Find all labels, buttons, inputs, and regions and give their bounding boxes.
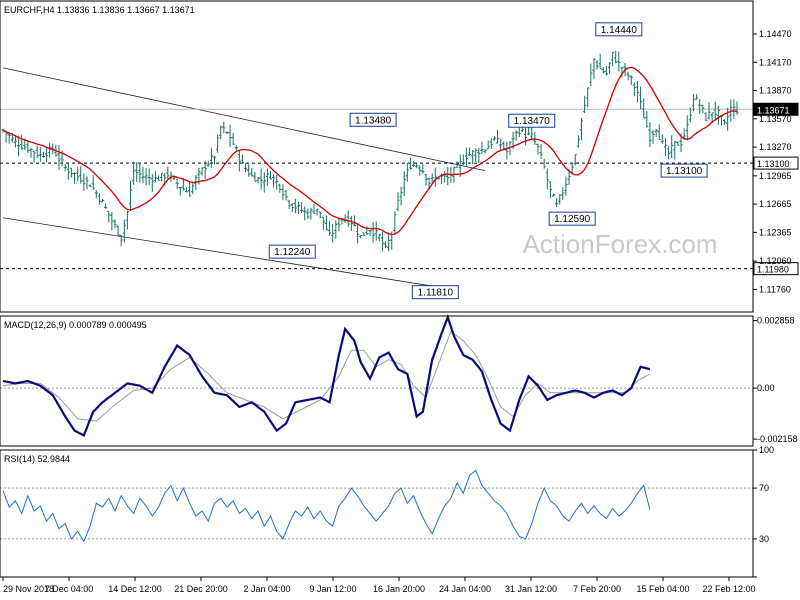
price-annotation-label: 1.12590 (554, 214, 591, 225)
x-tick-label: 16 Jan 20:00 (373, 584, 425, 594)
level-tag-label: 1.11980 (757, 265, 789, 275)
price-annotation: 1.12590 (548, 211, 596, 226)
price-y-tick-label: 1.13870 (759, 86, 792, 96)
watermark: ActionForex.com (522, 229, 717, 259)
price-annotation-label: 1.13470 (514, 116, 551, 127)
price-annotation: 1.14440 (595, 22, 643, 37)
macd-y-tick-label: 0.00 (757, 383, 775, 393)
x-tick-label: 15 Feb 04:00 (636, 584, 689, 594)
price-header: EURCHF,H4 1.13836 1.13836 1.13667 1.1367… (4, 5, 195, 15)
price-annotation-label: 1.13480 (355, 115, 392, 126)
rsi-y-tick-label: 70 (759, 483, 769, 493)
macd-y-tick-label: -0.002158 (757, 434, 798, 444)
macd-header: MACD(12,26,9) 0.000789 0.000495 (4, 320, 147, 330)
price-annotation: 1.13100 (660, 163, 708, 178)
price-y-tick-label: 1.12965 (759, 171, 792, 181)
price-y-tick-label: 1.12060 (759, 256, 792, 266)
price-y-tick-label: 1.11760 (759, 284, 791, 294)
price-y-tick-label: 1.14170 (759, 57, 792, 67)
level-tag-label: 1.13100 (757, 159, 790, 169)
price-y-tick-label: 1.13270 (759, 142, 792, 152)
rsi-header: RSI(14) 52.9844 (4, 454, 70, 464)
x-tick-label: 7 Dec 04:00 (45, 584, 94, 594)
price-y-tick-label: 1.12665 (759, 199, 792, 209)
rsi-y-tick-label: 100 (759, 445, 774, 455)
price-y-tick-label: 1.12365 (759, 227, 792, 237)
price-y-tick-label: 1.14470 (759, 29, 792, 39)
price-y-tick-label: 1.13570 (759, 114, 792, 124)
price-annotation-label: 1.11810 (418, 288, 454, 299)
chart-background (0, 0, 800, 600)
x-tick-label: 7 Feb 20:00 (573, 584, 621, 594)
x-tick-label: 22 Feb 12:00 (702, 584, 755, 594)
price-annotation-label: 1.12240 (274, 247, 311, 258)
price-annotation-label: 1.13100 (666, 166, 703, 177)
x-tick-label: 21 Dec 20:00 (174, 584, 228, 594)
x-tick-label: 9 Jan 12:00 (309, 584, 356, 594)
price-annotation: 1.13480 (349, 112, 397, 127)
x-tick-label: 24 Jan 04:00 (439, 584, 491, 594)
price-annotation: 1.12240 (268, 244, 316, 259)
x-tick-label: 2 Jan 04:00 (243, 584, 290, 594)
x-tick-label: 14 Dec 12:00 (108, 584, 162, 594)
macd-y-tick-label: 0.002858 (757, 316, 795, 326)
x-tick-label: 31 Jan 12:00 (505, 584, 557, 594)
price-annotation: 1.13470 (508, 113, 556, 128)
price-annotation: 1.11810 (411, 285, 459, 300)
chart-root: ActionForex.com 1.13480 1.12240 1.11810 1.1… (0, 0, 800, 600)
rsi-y-tick-label: 30 (759, 534, 769, 544)
price-annotation-label: 1.14440 (601, 25, 638, 36)
